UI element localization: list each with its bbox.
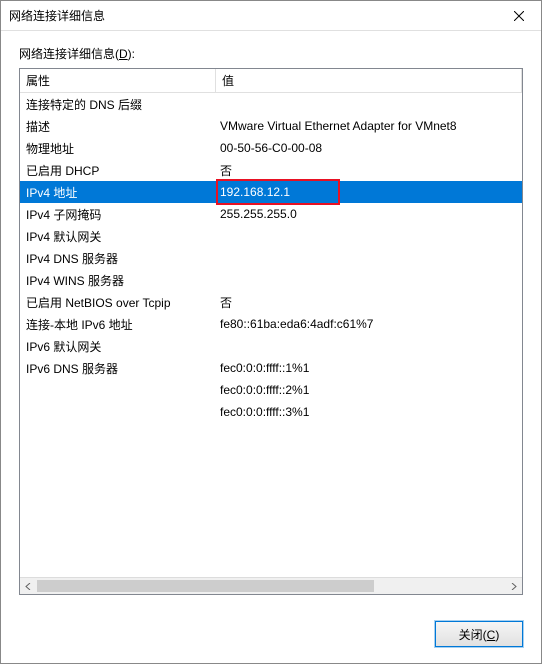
- close-label-post: ): [495, 628, 499, 642]
- scroll-right-button[interactable]: [505, 578, 522, 594]
- details-label-post: ):: [128, 47, 135, 61]
- table-row[interactable]: IPv6 默认网关: [20, 335, 522, 357]
- cell-property: 已启用 NetBIOS over Tcpip: [20, 294, 216, 311]
- scroll-track[interactable]: [37, 578, 505, 594]
- cell-property: 描述: [20, 118, 216, 135]
- table-row[interactable]: fec0:0:0:ffff::2%1: [20, 379, 522, 401]
- content-area: 网络连接详细信息(D): 属性 值 连接特定的 DNS 后缀描述VMware V…: [1, 31, 541, 609]
- scroll-left-button[interactable]: [20, 578, 37, 594]
- cell-value: fe80::61ba:eda6:4adf:c61%7: [216, 317, 522, 331]
- details-label: 网络连接详细信息(D):: [19, 45, 523, 62]
- table-row[interactable]: IPv4 WINS 服务器: [20, 269, 522, 291]
- table-row[interactable]: 已启用 DHCP否: [20, 159, 522, 181]
- details-label-pre: 网络连接详细信息(: [19, 47, 119, 61]
- cell-value: fec0:0:0:ffff::1%1: [216, 361, 522, 375]
- list-body[interactable]: 连接特定的 DNS 后缀描述VMware Virtual Ethernet Ad…: [20, 93, 522, 577]
- table-row[interactable]: 描述VMware Virtual Ethernet Adapter for VM…: [20, 115, 522, 137]
- cell-value: 否: [216, 162, 522, 179]
- cell-property: 物理地址: [20, 140, 216, 157]
- table-row[interactable]: IPv4 DNS 服务器: [20, 247, 522, 269]
- cell-property: IPv6 默认网关: [20, 338, 216, 355]
- column-value[interactable]: 值: [216, 69, 522, 92]
- table-row[interactable]: 连接-本地 IPv6 地址fe80::61ba:eda6:4adf:c61%7: [20, 313, 522, 335]
- cell-value: 255.255.255.0: [216, 207, 522, 221]
- cell-property: IPv4 地址: [20, 184, 216, 201]
- cell-value: 00-50-56-C0-00-08: [216, 141, 522, 155]
- horizontal-scrollbar[interactable]: [20, 577, 522, 594]
- table-row[interactable]: 连接特定的 DNS 后缀: [20, 93, 522, 115]
- table-row[interactable]: IPv4 子网掩码255.255.255.0: [20, 203, 522, 225]
- titlebar: 网络连接详细信息: [1, 1, 541, 31]
- table-row[interactable]: IPv4 默认网关: [20, 225, 522, 247]
- cell-value: fec0:0:0:ffff::3%1: [216, 405, 522, 419]
- column-property[interactable]: 属性: [20, 69, 216, 92]
- details-list: 属性 值 连接特定的 DNS 后缀描述VMware Virtual Ethern…: [19, 68, 523, 595]
- dialog-window: 网络连接详细信息 网络连接详细信息(D): 属性 值 连接特定的 DNS 后缀描…: [0, 0, 542, 664]
- details-label-key: D: [119, 47, 128, 61]
- cell-value: 192.168.12.1: [216, 185, 522, 199]
- cell-property: IPv4 子网掩码: [20, 206, 216, 223]
- scroll-thumb[interactable]: [37, 580, 374, 592]
- cell-property: IPv4 默认网关: [20, 228, 216, 245]
- cell-value: fec0:0:0:ffff::2%1: [216, 383, 522, 397]
- close-button[interactable]: [497, 1, 541, 31]
- chevron-right-icon: [510, 583, 517, 590]
- table-row[interactable]: IPv4 地址192.168.12.1: [20, 181, 522, 203]
- cell-property: 已启用 DHCP: [20, 162, 216, 179]
- cell-property: 连接特定的 DNS 后缀: [20, 96, 216, 113]
- close-dialog-button[interactable]: 关闭(C): [435, 621, 523, 647]
- cell-value: VMware Virtual Ethernet Adapter for VMne…: [216, 119, 522, 133]
- table-row[interactable]: 已启用 NetBIOS over Tcpip否: [20, 291, 522, 313]
- table-row[interactable]: 物理地址00-50-56-C0-00-08: [20, 137, 522, 159]
- cell-property: 连接-本地 IPv6 地址: [20, 316, 216, 333]
- dialog-footer: 关闭(C): [1, 609, 541, 663]
- cell-property: IPv6 DNS 服务器: [20, 360, 216, 377]
- table-row[interactable]: IPv6 DNS 服务器fec0:0:0:ffff::1%1: [20, 357, 522, 379]
- list-header: 属性 值: [20, 69, 522, 93]
- close-icon: [514, 11, 524, 21]
- cell-value: 否: [216, 294, 522, 311]
- table-row[interactable]: fec0:0:0:ffff::3%1: [20, 401, 522, 423]
- cell-property: IPv4 DNS 服务器: [20, 250, 216, 267]
- window-title: 网络连接详细信息: [9, 7, 497, 24]
- close-label-pre: 关闭(: [459, 628, 487, 642]
- cell-property: IPv4 WINS 服务器: [20, 272, 216, 289]
- chevron-left-icon: [25, 583, 32, 590]
